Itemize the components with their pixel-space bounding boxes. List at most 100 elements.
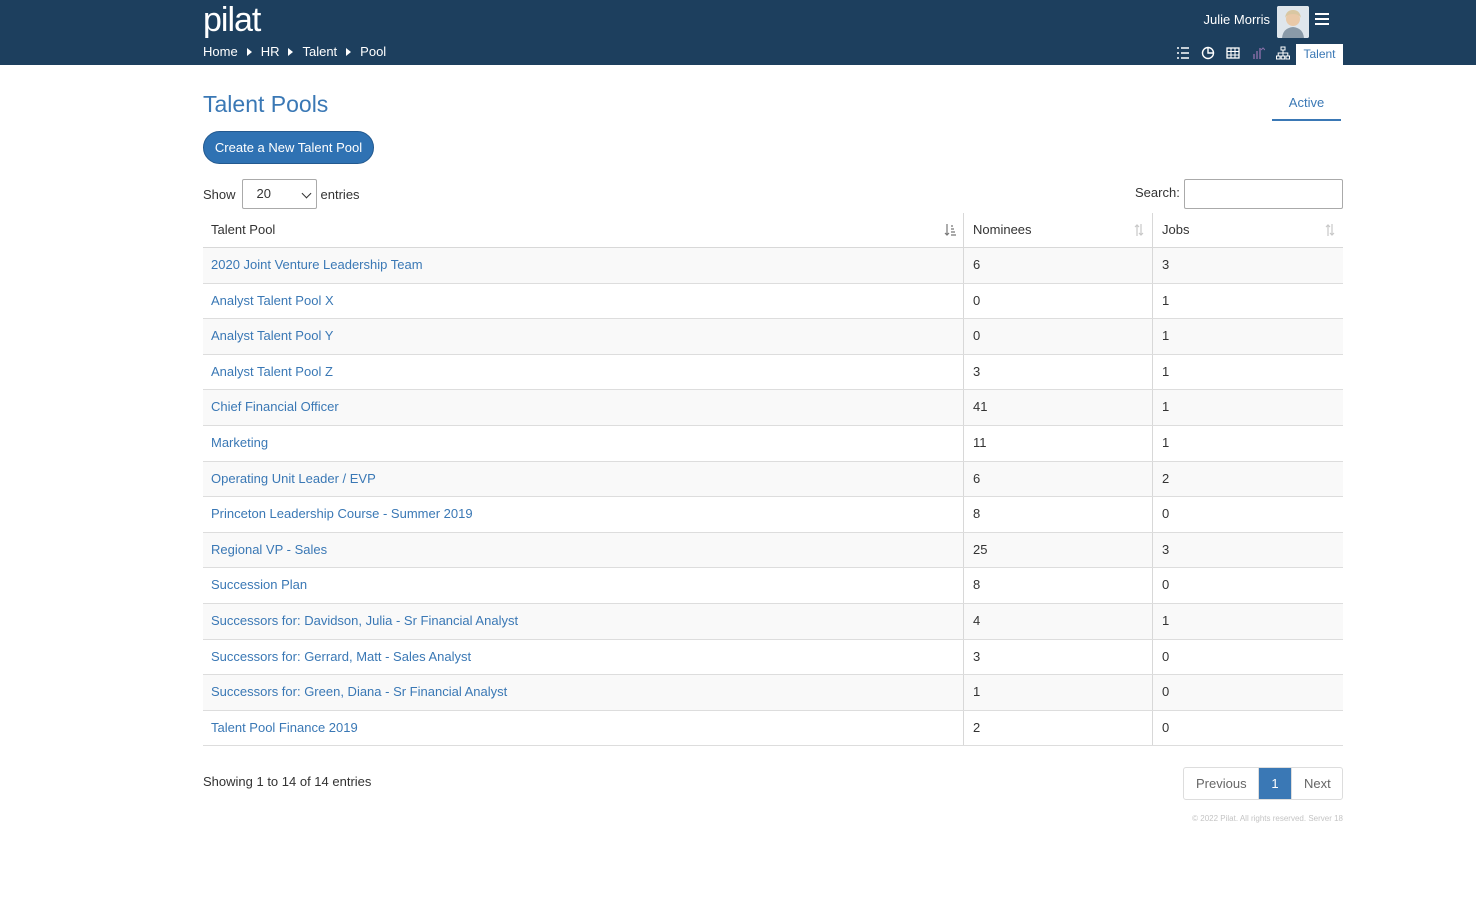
breadcrumb-home[interactable]: Home xyxy=(203,44,238,60)
tab-active[interactable]: Active xyxy=(1272,94,1341,121)
breadcrumb-hr[interactable]: HR xyxy=(261,44,280,60)
nominees-cell: 11 xyxy=(964,425,1153,461)
table-row: Analyst Talent Pool Z 3 1 xyxy=(203,354,1343,391)
sort-both-icon xyxy=(1325,224,1335,236)
pilat-logo[interactable]: pilat xyxy=(203,2,261,38)
talent-pool-link[interactable]: Regional VP - Sales xyxy=(203,532,964,568)
nominees-cell: 8 xyxy=(964,568,1153,603)
jobs-cell: 3 xyxy=(1162,541,1170,557)
column-header-label: Talent Pool xyxy=(211,222,276,237)
talent-pool-link[interactable]: Successors for: Gerrard, Matt - Sales An… xyxy=(203,639,964,675)
column-header-jobs[interactable]: Jobs xyxy=(1153,213,1343,247)
table-row: Operating Unit Leader / EVP 6 2 xyxy=(203,461,1343,498)
tab-talent[interactable]: Talent xyxy=(1296,44,1343,65)
table-info: Showing 1 to 14 of 14 entries xyxy=(203,774,372,789)
avatar[interactable] xyxy=(1277,6,1309,38)
pagination: Previous 1 Next xyxy=(1183,767,1343,800)
user-photo-icon xyxy=(1277,6,1309,38)
nominees-cell: 8 xyxy=(964,497,1153,532)
org-chart-icon[interactable] xyxy=(1270,44,1295,62)
talent-pool-link[interactable]: Succession Plan xyxy=(203,568,964,603)
breadcrumb-talent[interactable]: Talent xyxy=(302,44,337,60)
next-page-button[interactable]: Next xyxy=(1291,768,1342,799)
table-header: Talent Pool Nominees Jobs xyxy=(203,213,1343,248)
jobs-cell: 1 xyxy=(1162,363,1170,379)
nominees-cell: 4 xyxy=(964,603,1153,639)
jobs-cell: 2 xyxy=(1162,470,1170,486)
nominees-cell: 25 xyxy=(964,532,1153,568)
nominees-cell: 6 xyxy=(964,461,1153,497)
jobs-cell: 0 xyxy=(1162,684,1170,700)
chevron-down-icon xyxy=(301,188,311,199)
chevron-right-icon xyxy=(288,48,294,56)
page-1-button[interactable]: 1 xyxy=(1259,768,1291,799)
jobs-cell: 3 xyxy=(1162,257,1170,272)
entries-length-control: Show 20 entries xyxy=(203,179,360,209)
sort-ascending-icon xyxy=(944,224,956,236)
nominees-cell: 0 xyxy=(964,319,1153,354)
table-row: Analyst Talent Pool Y 0 1 xyxy=(203,319,1343,355)
talent-pool-link[interactable]: Operating Unit Leader / EVP xyxy=(203,461,964,497)
nominees-cell: 1 xyxy=(964,675,1153,710)
table-row: Talent Pool Finance 2019 2 0 xyxy=(203,710,1343,747)
talent-pool-link[interactable]: Chief Financial Officer xyxy=(203,390,964,425)
jobs-cell: 1 xyxy=(1162,399,1170,415)
pie-chart-icon[interactable] xyxy=(1195,44,1220,62)
table-row: Successors for: Green, Diana - Sr Financ… xyxy=(203,675,1343,711)
breadcrumb-pool[interactable]: Pool xyxy=(360,44,386,60)
entries-select-value: 20 xyxy=(256,186,271,201)
jobs-cell: 1 xyxy=(1162,612,1170,628)
table-row: 2020 Joint Venture Leadership Team 6 3 xyxy=(203,248,1343,284)
nominees-cell: 3 xyxy=(964,639,1153,675)
jobs-cell: 0 xyxy=(1162,577,1170,593)
breadcrumb: Home HR Talent Pool xyxy=(203,44,386,60)
entries-label: entries xyxy=(320,186,360,202)
search-input[interactable] xyxy=(1184,179,1343,209)
chevron-right-icon xyxy=(346,48,352,56)
page-title: Talent Pools xyxy=(203,91,329,117)
hamburger-menu-icon[interactable] xyxy=(1315,13,1329,25)
nominees-cell: 0 xyxy=(964,283,1153,319)
table-row: Succession Plan 8 0 xyxy=(203,568,1343,604)
grid-icon[interactable] xyxy=(1220,44,1245,62)
jobs-cell: 1 xyxy=(1162,434,1170,450)
talent-pool-link[interactable]: Analyst Talent Pool Y xyxy=(203,319,964,354)
copyright-footer: © 2022 Pilat. All rights reserved. Serve… xyxy=(1192,814,1343,823)
jobs-cell: 1 xyxy=(1162,328,1170,344)
show-label: Show xyxy=(203,186,236,202)
entries-select[interactable]: 20 xyxy=(241,179,317,209)
jobs-cell: 0 xyxy=(1162,648,1170,664)
talent-pool-link[interactable]: Successors for: Green, Diana - Sr Financ… xyxy=(203,675,964,710)
sort-chart-icon[interactable] xyxy=(1245,44,1270,62)
jobs-cell: 1 xyxy=(1162,292,1170,308)
nominees-cell: 6 xyxy=(964,248,1153,283)
previous-page-button[interactable]: Previous xyxy=(1184,768,1259,799)
talent-pool-link[interactable]: Analyst Talent Pool Z xyxy=(203,354,964,390)
table-row: Analyst Talent Pool X 0 1 xyxy=(203,283,1343,320)
talent-pool-link[interactable]: Talent Pool Finance 2019 xyxy=(203,710,964,746)
column-header-label: Jobs xyxy=(1162,222,1190,237)
talent-pools-table: Talent Pool Nominees Jobs 2020 Joint Ven… xyxy=(203,213,1343,747)
talent-pool-link[interactable]: Princeton Leadership Course - Summer 201… xyxy=(203,497,964,532)
column-header-talent-pool[interactable]: Talent Pool xyxy=(203,213,964,247)
talent-pool-link[interactable]: Successors for: Davidson, Julia - Sr Fin… xyxy=(203,603,964,639)
user-name[interactable]: Julie Morris xyxy=(1204,12,1270,28)
column-header-nominees[interactable]: Nominees xyxy=(964,213,1153,247)
nominees-cell: 2 xyxy=(964,710,1153,746)
jobs-cell: 0 xyxy=(1162,506,1170,522)
chevron-right-icon xyxy=(246,48,252,56)
nominees-cell: 41 xyxy=(964,390,1153,425)
talent-pool-link[interactable]: 2020 Joint Venture Leadership Team xyxy=(203,248,964,283)
talent-pool-link[interactable]: Marketing xyxy=(203,425,964,461)
table-row: Successors for: Gerrard, Matt - Sales An… xyxy=(203,639,1343,676)
table-row: Marketing 11 1 xyxy=(203,425,1343,462)
jobs-cell: 0 xyxy=(1162,719,1170,735)
module-nav xyxy=(1170,44,1295,62)
nominees-cell: 3 xyxy=(964,354,1153,390)
create-talent-pool-button[interactable]: Create a New Talent Pool xyxy=(203,131,374,164)
checklist-icon[interactable] xyxy=(1170,44,1195,62)
table-row: Chief Financial Officer 41 1 xyxy=(203,390,1343,426)
top-header: pilat Home HR Talent Pool Julie Morris T… xyxy=(0,0,1476,65)
table-row: Regional VP - Sales 25 3 xyxy=(203,532,1343,569)
talent-pool-link[interactable]: Analyst Talent Pool X xyxy=(203,283,964,319)
